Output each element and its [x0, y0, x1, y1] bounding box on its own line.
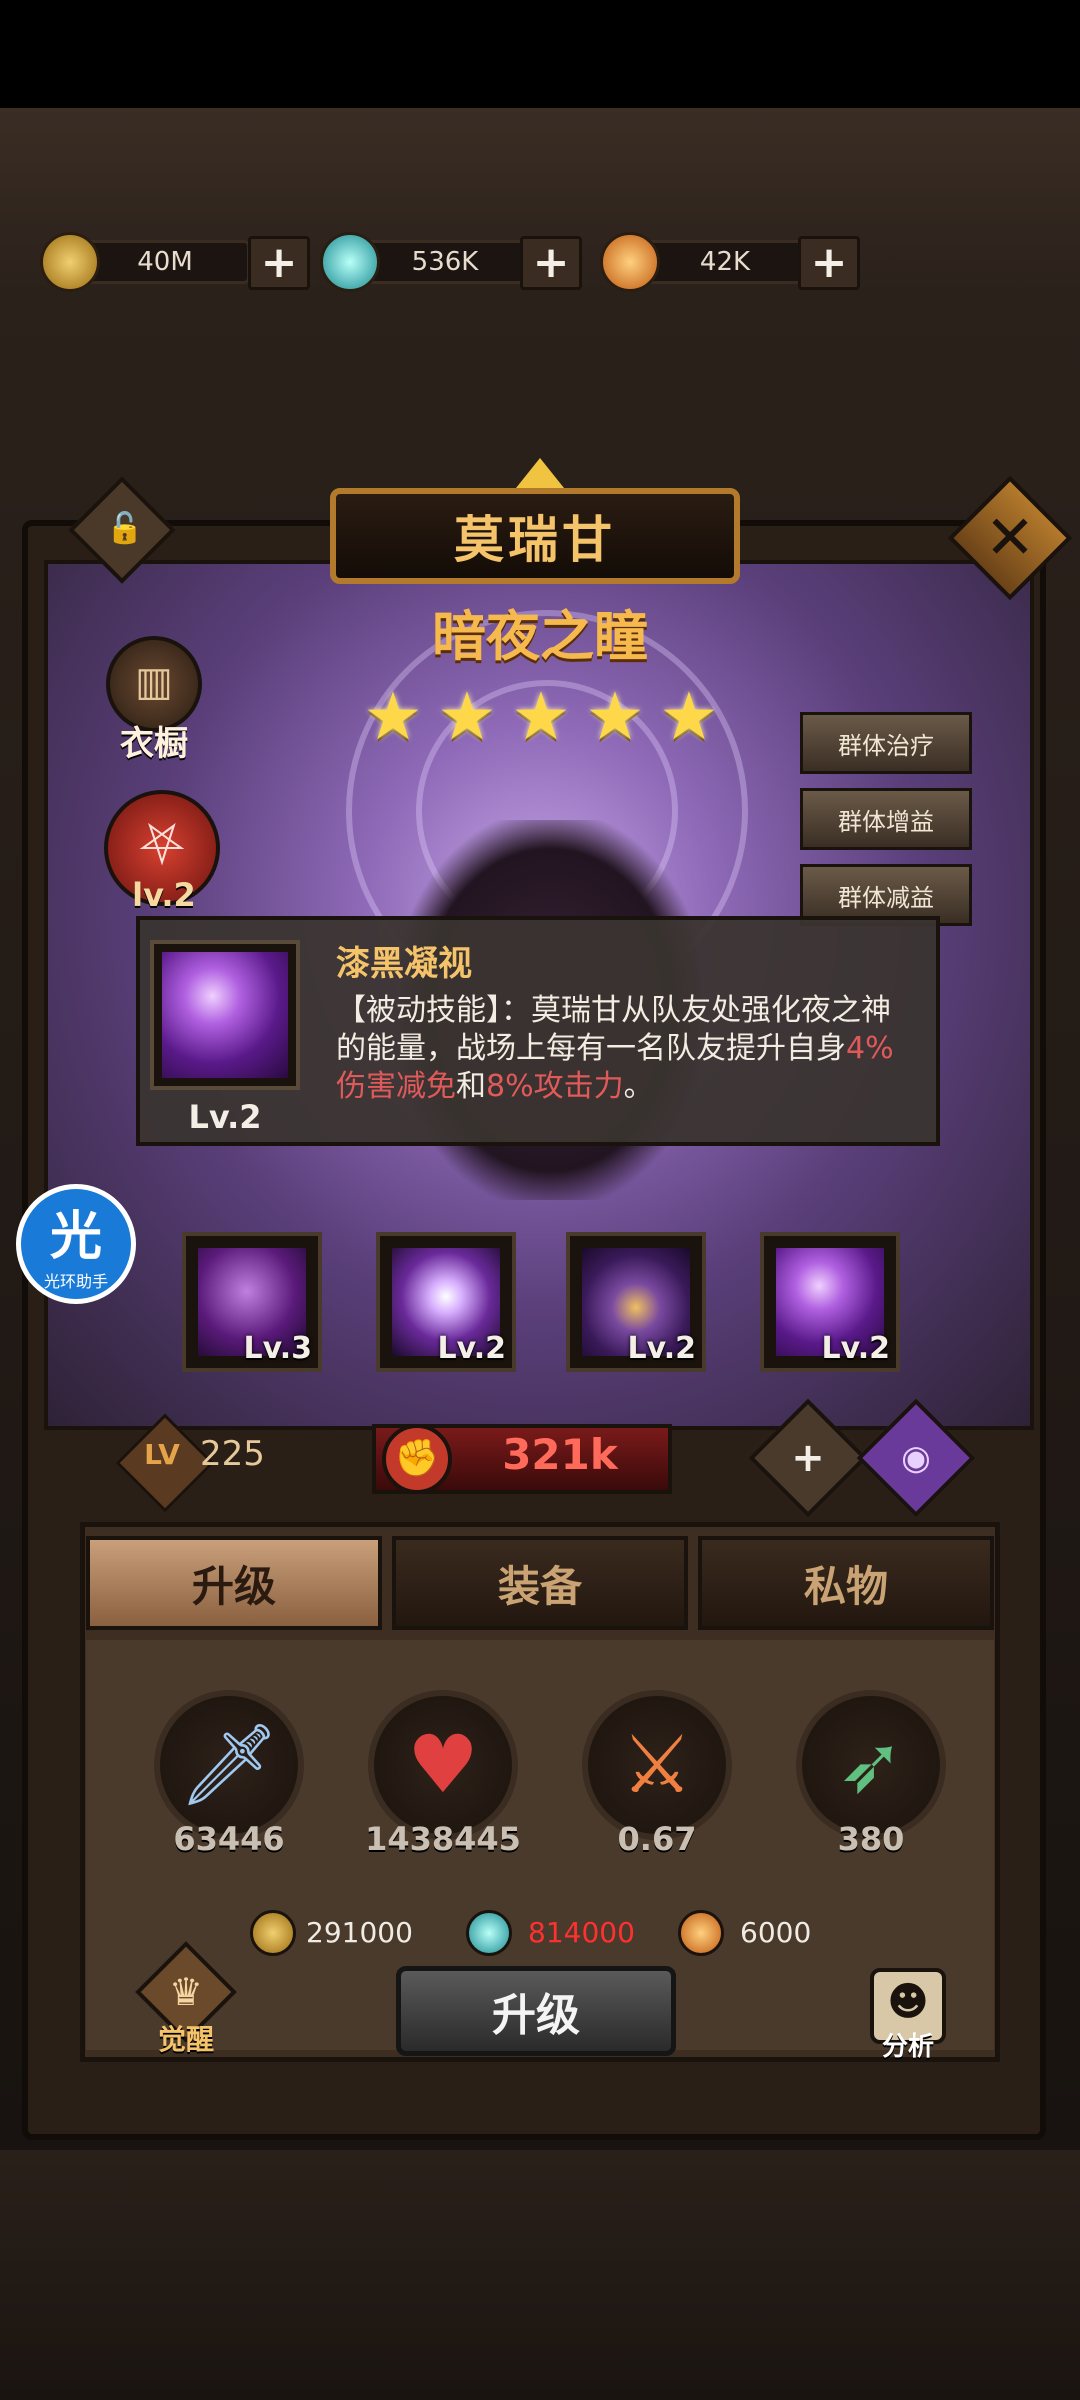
fist-icon: ✊	[382, 1424, 452, 1494]
switch-hero-arrow[interactable]	[516, 458, 564, 488]
star-icon: ★	[437, 678, 497, 755]
tab-private-items[interactable]: 私物	[698, 1536, 994, 1630]
close-icon: ✕	[984, 503, 1036, 573]
speed-value: 380	[837, 1820, 905, 1858]
attack-value: 63446	[173, 1820, 285, 1858]
analyze-label: 分析	[881, 2032, 934, 2062]
add-crystal-button[interactable]: +	[520, 236, 582, 290]
currency-crystal: 536K +	[320, 232, 590, 292]
tag-group-buff: 群体增益	[800, 788, 972, 850]
bottom-background	[0, 2150, 1080, 2400]
sword-icon: 🗡	[178, 1718, 280, 1811]
wardrobe-icon: ▥	[135, 659, 173, 705]
star-icon: ★	[585, 678, 645, 755]
assistant-logo: 光	[49, 1207, 102, 1267]
skill-description: 【被动技能】：莫瑞甘从队友处强化夜之神的能量，战场上每有一名队友提升自身4%伤害…	[336, 992, 916, 1106]
energy-orb-icon	[600, 232, 660, 292]
sunglasses-face-icon: ☻	[887, 1979, 929, 2025]
awaken-icon: ♛	[168, 1970, 204, 2014]
skill-slot-level: Lv.2	[437, 1331, 507, 1366]
wardrobe-label: 衣橱	[120, 724, 188, 764]
skill-slot[interactable]: Lv.2	[760, 1232, 900, 1372]
add-energy-button[interactable]: +	[798, 236, 860, 290]
tab-equipment[interactable]: 装备	[392, 1536, 688, 1630]
arrow-icon: ➶	[837, 1718, 905, 1811]
skill-name: 漆黑凝视	[336, 944, 472, 984]
hp-value: 1438445	[365, 1820, 521, 1858]
rune-level: lv.2	[132, 876, 196, 914]
gold-coin-icon	[250, 1910, 296, 1956]
tag-group-heal: 群体治疗	[800, 712, 972, 774]
energy-orb-icon	[678, 1910, 724, 1956]
skill-slot-level: Lv.2	[627, 1331, 697, 1366]
plus-icon: +	[791, 1435, 825, 1481]
level-label: LV	[144, 1438, 180, 1471]
heart-icon: ♥	[407, 1718, 479, 1811]
crystal-orb-icon	[320, 232, 380, 292]
skill-slot-level: Lv.2	[821, 1331, 891, 1366]
currency-energy: 42K +	[600, 232, 870, 292]
hero-name: 莫瑞甘	[330, 488, 740, 584]
unlock-icon: 🔓	[106, 511, 144, 546]
energy-amount: 42K	[640, 240, 810, 284]
star-icon: ★	[363, 678, 423, 755]
energy-cost: 6000	[740, 1916, 812, 1949]
pentagram-icon: ⛧	[139, 813, 185, 878]
dark-gaze-skill-icon	[162, 952, 288, 1078]
status-bar-area	[0, 0, 1080, 108]
slash-icon: ⚔	[621, 1718, 693, 1811]
power-value: 321k	[502, 1430, 618, 1479]
crystal-orb-icon	[466, 1910, 512, 1956]
skill-level: Lv.2	[188, 1098, 262, 1136]
upgrade-button[interactable]: 升级	[396, 1966, 676, 2056]
currency-gold: 40M +	[40, 232, 310, 292]
skill-slot[interactable]: Lv.2	[376, 1232, 516, 1372]
skill-desc-text: 。	[623, 1069, 654, 1104]
star-icon: ★	[511, 678, 571, 755]
skill-slot[interactable]: Lv.2	[566, 1232, 706, 1372]
awaken-label: 觉醒	[157, 2023, 214, 2056]
tab-upgrade[interactable]: 升级	[86, 1536, 382, 1630]
eye-icon: ◉	[901, 1438, 931, 1478]
gold-cost: 291000	[306, 1916, 413, 1949]
skill-desc-value: 8%攻击力	[486, 1069, 624, 1104]
skill-slot[interactable]: Lv.3	[182, 1232, 322, 1372]
add-gold-button[interactable]: +	[248, 236, 310, 290]
skill-slot-level: Lv.3	[243, 1331, 313, 1366]
star-icon: ★	[659, 678, 719, 755]
skill-desc-text: 和	[456, 1069, 486, 1104]
level-value: 225	[200, 1434, 265, 1474]
gold-amount: 40M	[80, 240, 250, 284]
assistant-label: 光环助手	[43, 1272, 108, 1291]
skill-desc-text: 【被动技能】：莫瑞甘从队友处强化夜之神的能量，战场上每有一名队友提升自身	[336, 993, 891, 1066]
crit-value: 0.67	[617, 1820, 697, 1858]
hero-title: 暗夜之瞳	[432, 605, 648, 668]
gold-coin-icon	[40, 232, 100, 292]
crystal-cost: 814000	[528, 1916, 635, 1949]
crystal-amount: 536K	[360, 240, 530, 284]
